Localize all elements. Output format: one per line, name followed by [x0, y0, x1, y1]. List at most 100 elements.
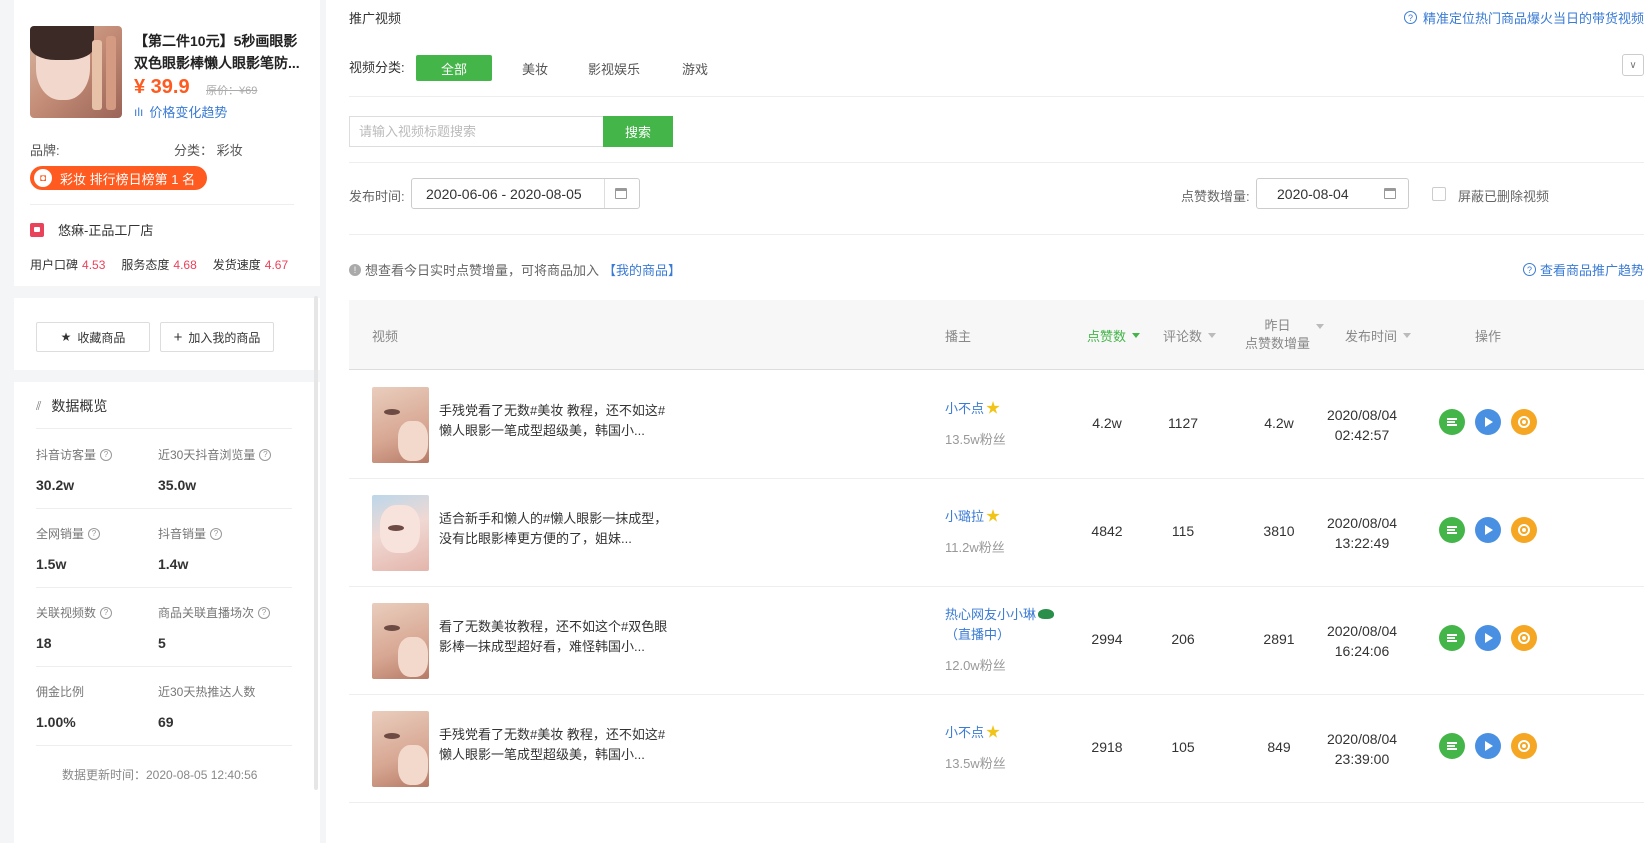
anchor-name[interactable]: 小不点 — [945, 399, 1000, 419]
video-title[interactable]: 手残党看了无数#美妆 教程，还不如这#懒人眼影一笔成型超级美，韩国小... — [439, 725, 675, 765]
category-tab-games[interactable]: 游戏 — [670, 55, 720, 81]
category-label: 分类： 彩妆 — [174, 143, 243, 158]
score-shipping: 发货速度 4.67 — [212, 258, 289, 272]
detail-button[interactable] — [1439, 409, 1465, 435]
anchor-name[interactable]: 小璐拉 — [945, 507, 1000, 527]
hide-deleted-label[interactable]: 屏蔽已删除视频 — [1458, 186, 1549, 205]
help-icon[interactable]: ? — [259, 448, 272, 461]
target-button[interactable] — [1511, 733, 1537, 759]
shop-name-row[interactable]: 悠痳-正品工厂店 — [30, 220, 153, 239]
category-tab-all[interactable]: 全部 — [416, 55, 492, 81]
publish-time: 2020/08/04 02:42:57 — [1326, 407, 1398, 443]
target-button[interactable] — [1511, 625, 1537, 651]
help-icon[interactable]: ? — [88, 527, 101, 540]
add-my-product-button[interactable]: + 加入我的商品 — [160, 322, 274, 352]
star-icon: ★ — [60, 330, 72, 344]
product-header: 【第二件10元】5秒画眼影双色眼影棒懒人眼影笔防... ¥ 39.9 原价：¥6… — [30, 26, 310, 122]
comments-count: 105 — [1171, 739, 1195, 755]
detail-button[interactable] — [1439, 625, 1465, 651]
level-badge-icon — [986, 401, 1000, 414]
shop-name: 悠痳-正品工厂店 — [58, 223, 154, 238]
yesterday-likes: 2891 — [1263, 631, 1295, 647]
chevron-down-icon[interactable]: ∨ — [1622, 54, 1644, 76]
sidebar-scrollbar[interactable] — [314, 296, 318, 790]
publish-date-range[interactable]: 2020-06-06 - 2020-08-05 — [411, 178, 640, 209]
anchor-fans: 12.0w粉丝 — [945, 658, 1006, 673]
hot-video-link[interactable]: ? 精准定位热门商品爆火当日的带货视频 — [1403, 8, 1644, 27]
divider — [349, 96, 1644, 97]
brand-label: 品牌: — [30, 143, 60, 158]
price-trend-link[interactable]: ılı 价格变化趋势 — [134, 102, 227, 121]
publish-time: 2020/08/04 13:22:49 — [1326, 515, 1398, 551]
play-button[interactable] — [1475, 625, 1501, 651]
rank-badge[interactable]: ◘ 彩妆 排行榜日榜第 1 名 — [30, 166, 208, 190]
play-button[interactable] — [1475, 517, 1501, 543]
promotion-trend-link[interactable]: ? 查看商品推广趋势 — [1522, 260, 1644, 279]
col-yesterday-likes[interactable]: 昨日 点赞数增量 — [1245, 300, 1325, 370]
likes-increment-date[interactable]: 2020-08-04 — [1256, 178, 1409, 209]
detail-icon — [1447, 526, 1457, 534]
table-row: 看了无数美妆教程，还不如这个#双色眼影棒一抹成型超好看，难怪韩国小... 热心网… — [349, 587, 1644, 695]
help-icon[interactable]: ? — [100, 448, 113, 461]
video-title[interactable]: 适合新手和懒人的#懒人眼影一抹成型，没有比眼影棒更方便的了，姐妹... — [439, 509, 675, 549]
product-price: ¥ 39.9 — [134, 76, 190, 98]
hide-deleted-checkbox[interactable] — [1432, 187, 1446, 201]
play-button[interactable] — [1475, 409, 1501, 435]
section-separator — [14, 286, 320, 298]
target-button[interactable] — [1511, 517, 1537, 543]
anchor-name[interactable]: 热心网友小小琳 （直播中） — [945, 605, 1055, 645]
help-icon[interactable]: ? — [100, 606, 113, 619]
video-thumbnail[interactable] — [372, 495, 429, 571]
video-title[interactable]: 看了无数美妆教程，还不如这个#双色眼影棒一抹成型超好看，难怪韩国小... — [439, 617, 675, 657]
divider — [36, 745, 292, 746]
price-trend-icon: ılı — [134, 104, 144, 119]
likes-increment-label: 点赞数增量: — [1181, 189, 1250, 204]
favorite-button[interactable]: ★ 收藏商品 — [36, 322, 150, 352]
divider — [36, 587, 292, 588]
info-icon: ! — [349, 263, 361, 276]
store-icon — [30, 222, 44, 237]
video-thumbnail[interactable] — [372, 603, 429, 679]
product-image[interactable] — [30, 26, 122, 118]
section-title: 推广视频 — [349, 11, 402, 26]
table-row: 手残党看了无数#美妆 教程，还不如这#懒人眼影一笔成型超级美，韩国小... 小不… — [349, 695, 1644, 803]
col-likes[interactable]: 点赞数 — [1087, 300, 1141, 370]
anchor-fans: 13.5w粉丝 — [945, 756, 1006, 771]
divider — [36, 508, 292, 509]
divider — [349, 234, 1644, 235]
detail-icon — [1447, 634, 1457, 642]
col-publish-time[interactable]: 发布时间 — [1345, 300, 1412, 370]
category-tab-beauty[interactable]: 美妆 — [510, 55, 560, 81]
live-status: （直播中） — [945, 627, 1011, 642]
play-button[interactable] — [1475, 733, 1501, 759]
stat-commission: 佣金比例 1.00% — [36, 685, 85, 730]
video-thumbnail[interactable] — [372, 387, 429, 463]
stat-douyin-sales: 抖音销量? 1.4w — [158, 525, 278, 572]
main-panel: 推广视频 ? 精准定位热门商品爆火当日的带货视频 视频分类: 全部 美妆 影视娱… — [326, 0, 1644, 843]
detail-icon — [1447, 742, 1457, 750]
help-icon[interactable]: ? — [258, 606, 271, 619]
help-icon[interactable]: ? — [210, 527, 223, 540]
score-reputation: 用户口碑 4.53 — [30, 258, 106, 272]
product-title[interactable]: 【第二件10元】5秒画眼影双色眼影棒懒人眼影笔防... — [134, 30, 310, 74]
target-icon — [1518, 524, 1530, 536]
video-thumbnail[interactable] — [372, 711, 429, 787]
detail-icon — [1447, 418, 1457, 426]
anchor-name[interactable]: 小不点 — [945, 723, 1000, 743]
target-icon — [1518, 632, 1530, 644]
detail-button[interactable] — [1439, 733, 1465, 759]
shop-scores: 用户口碑 4.53 服务态度 4.68 发货速度 4.67 — [30, 256, 288, 273]
chart-icon: ⫽ — [36, 398, 42, 413]
help-icon: ? — [1403, 11, 1417, 24]
play-icon — [1485, 741, 1493, 751]
detail-button[interactable] — [1439, 517, 1465, 543]
search-button[interactable]: 搜索 — [603, 116, 673, 147]
yesterday-likes: 849 — [1267, 739, 1291, 755]
video-search-input[interactable] — [349, 116, 603, 147]
category-tab-entertainment[interactable]: 影视娱乐 — [580, 55, 648, 81]
my-products-link[interactable]: 【我的商品】 — [603, 260, 681, 279]
target-button[interactable] — [1511, 409, 1537, 435]
video-title[interactable]: 手残党看了无数#美妆 教程，还不如这#懒人眼影一笔成型超级美，韩国小... — [439, 401, 675, 441]
col-comments[interactable]: 评论数 — [1163, 300, 1217, 370]
col-operations: 操作 — [1475, 328, 1502, 344]
